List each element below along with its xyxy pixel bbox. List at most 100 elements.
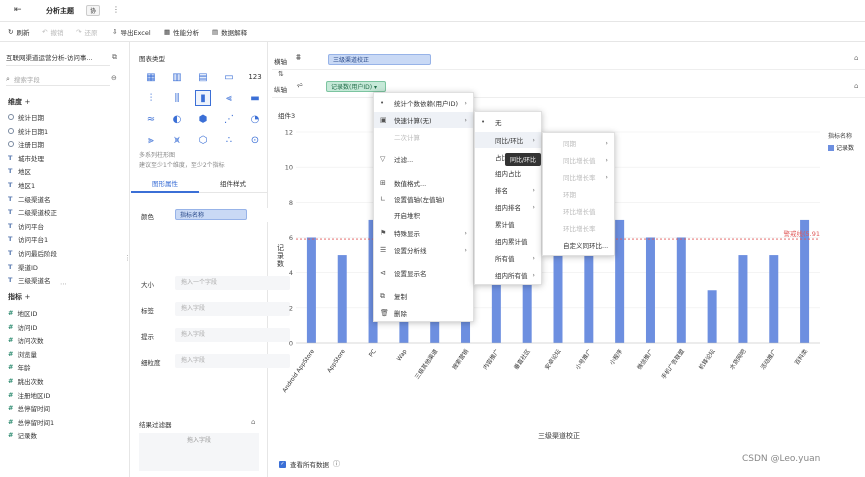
chart-type-option-icon[interactable]: ▬: [247, 90, 263, 106]
dimension-field[interactable]: 注册日期: [8, 139, 44, 149]
delete-item[interactable]: 🗑 删除: [374, 305, 473, 321]
panel-resize-handle[interactable]: ⋮: [124, 254, 131, 262]
info-icon[interactable]: ⓘ: [333, 459, 340, 469]
dimension-field[interactable]: T 城市处理: [8, 153, 44, 163]
more-icon[interactable]: ⋮: [112, 5, 120, 14]
export-excel-button[interactable]: ⇩ 导出Excel: [112, 27, 151, 37]
chart-type-option-icon[interactable]: ∴: [221, 132, 237, 148]
chart-type-option-icon[interactable]: ⫷: [221, 90, 237, 106]
add-metric-icon[interactable]: +: [24, 293, 30, 301]
dataset-selector[interactable]: 互联网渠道运营分析-访问事...: [6, 52, 110, 66]
x-axis-lock-icon[interactable]: ⌂: [854, 54, 858, 62]
quick-calc-item[interactable]: ▣ 快速计算(无) ›: [374, 112, 473, 128]
chart-type-option-icon[interactable]: ◐: [169, 111, 185, 127]
bar[interactable]: [707, 290, 717, 343]
bar[interactable]: [615, 219, 625, 343]
chart-type-option-icon[interactable]: ▭: [221, 69, 237, 85]
yoy-mom-item[interactable]: 同比/环比 ›: [475, 132, 541, 148]
checkbox-icon[interactable]: ✓: [279, 460, 286, 468]
swap-axes-icon[interactable]: ⇅: [278, 70, 284, 78]
chart-type-option-icon[interactable]: ⋰: [221, 111, 237, 127]
chart-type-option-icon[interactable]: 123: [247, 69, 263, 85]
dimension-field[interactable]: 统计日期1: [8, 126, 48, 136]
bar[interactable]: [306, 237, 316, 344]
chart-type-option-icon[interactable]: ▦: [143, 69, 159, 85]
metric-field[interactable]: # 浏览量: [8, 349, 37, 359]
bar[interactable]: [337, 255, 347, 343]
tab-graph-attr[interactable]: 图形属性: [131, 177, 199, 193]
chart-type-option-icon[interactable]: ⊙: [247, 132, 263, 148]
field-search-input[interactable]: ⌕ 搜索字段: [6, 73, 110, 86]
metric-field[interactable]: # 访问次数: [8, 335, 43, 345]
bar[interactable]: [769, 255, 779, 343]
filter-lock-icon[interactable]: ⌂: [251, 418, 255, 426]
x-axis-type-icon[interactable]: ⩩: [296, 53, 301, 63]
chart-type-option-icon[interactable]: ⬢: [195, 111, 211, 127]
dimension-field[interactable]: T 地区: [8, 166, 31, 176]
metric-field[interactable]: # 年龄: [8, 362, 30, 372]
metric-field[interactable]: # 地区ID: [8, 308, 37, 318]
custom-yoy-mom-item[interactable]: 自定义同环比...: [543, 237, 614, 253]
filter-dropzone[interactable]: 拖入字段: [139, 433, 259, 471]
undo-button[interactable]: ↶ 撤销: [42, 27, 63, 37]
x-axis-pill[interactable]: 三级渠道校正: [328, 54, 431, 65]
copy-item[interactable]: ⧉ 复制: [374, 288, 473, 304]
analysis-line-item[interactable]: ☰ 设置分析线 ›: [374, 242, 473, 258]
multi-series-bar-icon[interactable]: ▮: [195, 90, 211, 106]
metric-field[interactable]: # 跳出次数: [8, 376, 43, 386]
enable-stack-item[interactable]: 开启堆积: [374, 207, 473, 223]
chart-type-option-icon[interactable]: ◔: [247, 111, 263, 127]
dimension-field[interactable]: T 访问平台: [8, 221, 44, 231]
count-dependency-item[interactable]: • 统计个数依赖(用户ID) ›: [374, 95, 473, 111]
filter-item[interactable]: ▽ 过滤...: [374, 151, 473, 167]
dimension-field[interactable]: T 渠道ID: [8, 262, 38, 272]
data-explain-button[interactable]: ▤ 数据解释: [212, 27, 247, 37]
group-rank-item[interactable]: 组内排名 ›: [475, 199, 541, 215]
chart-type-option-icon[interactable]: ≈: [143, 111, 159, 127]
metric-field[interactable]: # 总停留时间: [8, 403, 50, 413]
bar[interactable]: [738, 255, 748, 343]
collab-badge[interactable]: 协: [86, 5, 101, 16]
chart-type-option-icon[interactable]: ▤: [195, 69, 211, 85]
chart-type-option-icon[interactable]: ⩙: [169, 132, 185, 148]
chart-type-option-icon[interactable]: ⫶: [143, 90, 159, 106]
rank-item[interactable]: 排名 ›: [475, 182, 541, 198]
bar[interactable]: [645, 237, 655, 344]
metric-field[interactable]: # 记录数: [8, 430, 37, 440]
dimension-field[interactable]: T 地区1: [8, 180, 35, 190]
color-field-pill[interactable]: 指标名称: [175, 209, 247, 220]
bar[interactable]: [676, 237, 686, 344]
search-option-icon[interactable]: ⊖: [111, 74, 117, 82]
number-format-item[interactable]: ⊞ 数值格式...: [374, 175, 473, 191]
chart-type-option-icon[interactable]: ⫸: [143, 132, 159, 148]
back-icon[interactable]: ⇤: [14, 5, 22, 15]
special-display-item[interactable]: ⚑ 特殊显示 ›: [374, 225, 473, 241]
view-all-data-toggle[interactable]: ✓ 查看所有数据 ⓘ: [279, 459, 340, 469]
y-axis-type-icon[interactable]: ⩫: [296, 81, 304, 91]
cumulative-item[interactable]: 累计值: [475, 216, 541, 232]
y-axis-pill[interactable]: 记录数(用户ID) ▾: [326, 81, 386, 92]
metric-field[interactable]: # 注册地区ID: [8, 390, 50, 400]
refresh-button[interactable]: ↻ 刷新: [8, 27, 29, 37]
add-dimension-icon[interactable]: +: [24, 98, 30, 106]
all-values-item[interactable]: 所有值 ›: [475, 250, 541, 266]
display-name-item[interactable]: ⊲ 设置显示名: [374, 265, 473, 281]
dimension-field[interactable]: T 访问最后阶段: [8, 248, 57, 258]
dimension-field[interactable]: T 三级渠道名: [8, 275, 51, 285]
chart-type-option-icon[interactable]: ⬡: [195, 132, 211, 148]
metric-field[interactable]: # 总停留时间1: [8, 417, 54, 427]
section-resize-handle[interactable]: ⋯: [60, 280, 67, 288]
group-all-values-item[interactable]: 组内所有值 ›: [475, 267, 541, 283]
group-ratio-item[interactable]: 组内占比: [475, 165, 541, 181]
dimension-field[interactable]: 统计日期: [8, 112, 44, 122]
group-cumulative-item[interactable]: 组内累计值: [475, 233, 541, 249]
bar[interactable]: [800, 219, 810, 343]
chart-type-option-icon[interactable]: ▥: [169, 69, 185, 85]
y-axis-lock-icon[interactable]: ⌂: [854, 82, 858, 90]
dimension-field[interactable]: T 二级渠道校正: [8, 207, 57, 217]
dataset-switch-icon[interactable]: ⧉: [112, 53, 117, 62]
chart-type-option-icon[interactable]: ⫼: [169, 90, 185, 106]
metric-field[interactable]: # 访问ID: [8, 322, 37, 332]
value-axis-item[interactable]: ∟ 设置值轴(左值轴): [374, 191, 473, 207]
tab-component-style[interactable]: 组件样式: [199, 177, 267, 193]
